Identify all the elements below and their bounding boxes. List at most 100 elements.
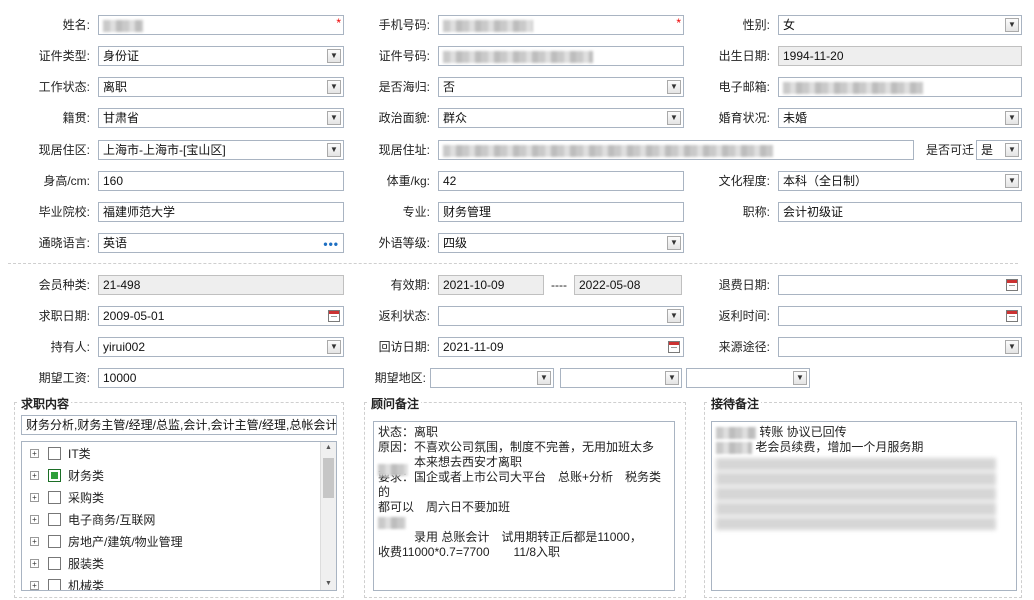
advisor-notes-textarea[interactable]: 状态：离职 原因：不喜欢公司氛围，制度不完善，无用加班太多 本来想去西安才离职 …: [373, 421, 675, 591]
visit-date-field[interactable]: 2021-11-09: [438, 337, 684, 357]
chevron-down-icon[interactable]: ▼: [327, 49, 341, 63]
chevron-down-icon[interactable]: ▼: [793, 371, 807, 385]
scroll-down-icon[interactable]: ▼: [323, 578, 334, 590]
height-field[interactable]: 160: [98, 171, 344, 191]
chevron-down-icon[interactable]: ▼: [1005, 111, 1019, 125]
job-category-tree[interactable]: + IT类 + 财务类 + 采购类 + 电子商务/互联网 + 房地产/建筑/物业…: [21, 441, 337, 591]
chevron-down-icon[interactable]: ▼: [327, 340, 341, 354]
plus-icon[interactable]: +: [30, 449, 39, 458]
chevron-down-icon[interactable]: ▼: [1005, 143, 1019, 157]
email-field[interactable]: [778, 77, 1022, 97]
weight-field[interactable]: 42: [438, 171, 684, 191]
chevron-down-icon[interactable]: ▼: [1005, 18, 1019, 32]
marital-label: 婚育状况:: [718, 111, 770, 125]
rebate-status-select[interactable]: ▼: [438, 306, 684, 326]
region-district-select[interactable]: ▼: [686, 368, 810, 388]
address-field[interactable]: [438, 140, 914, 160]
school-label: 毕业院校:: [38, 205, 90, 219]
checkbox-finance[interactable]: [48, 469, 61, 482]
asterisk-icon: *: [336, 16, 341, 30]
chevron-down-icon[interactable]: ▼: [327, 143, 341, 157]
source-select[interactable]: ▼: [778, 337, 1022, 357]
region-province-select[interactable]: ▼: [430, 368, 554, 388]
tree-item-apparel[interactable]: + 服装类: [22, 553, 318, 575]
reception-notes-textarea[interactable]: 转账 协议已回传 老会员续费，增加一个月服务期: [711, 421, 1017, 591]
scroll-thumb[interactable]: [323, 458, 334, 498]
chevron-down-icon[interactable]: ▼: [327, 111, 341, 125]
refund-date-field[interactable]: [778, 275, 1022, 295]
id-no-field[interactable]: [438, 46, 684, 66]
rebate-time-field[interactable]: [778, 306, 1022, 326]
tree-item-realestate[interactable]: + 房地产/建筑/物业管理: [22, 531, 318, 553]
name-field[interactable]: *: [98, 15, 344, 35]
refund-date-label: 退费日期:: [718, 278, 770, 292]
phone-field[interactable]: *: [438, 15, 684, 35]
plus-icon[interactable]: +: [30, 537, 39, 546]
id-type-select[interactable]: 身份证 ▼: [98, 46, 344, 66]
chevron-down-icon[interactable]: ▼: [667, 111, 681, 125]
calendar-icon[interactable]: [1006, 279, 1018, 291]
plus-icon[interactable]: +: [30, 559, 39, 568]
marital-select[interactable]: 未婚 ▼: [778, 108, 1022, 128]
redacted-name: [103, 19, 143, 32]
residence-area-select[interactable]: 上海市-上海市-[宝山区] ▼: [98, 140, 344, 160]
tree-scrollbar[interactable]: ▲ ▼: [320, 442, 336, 590]
school-field[interactable]: 福建师范大学: [98, 202, 344, 222]
work-status-select[interactable]: 离职 ▼: [98, 77, 344, 97]
chevron-down-icon[interactable]: ▼: [667, 80, 681, 94]
job-content-summary[interactable]: 财务分析,财务主管/经理/总监,会计,会计主管/经理,总帐会计: [21, 415, 337, 435]
chevron-down-icon[interactable]: ▼: [667, 309, 681, 323]
major-field[interactable]: 财务管理: [438, 202, 684, 222]
checkbox-ecommerce[interactable]: [48, 513, 61, 526]
tree-item-ecommerce[interactable]: + 电子商务/互联网: [22, 509, 318, 531]
education-select[interactable]: 本科（全日制） ▼: [778, 171, 1022, 191]
checkbox-purchasing[interactable]: [48, 491, 61, 504]
rebate-status-label: 返利状态:: [378, 309, 430, 323]
more-icon[interactable]: •••: [323, 237, 339, 251]
birth-field[interactable]: 1994-11-20: [778, 46, 1022, 66]
tree-label-apparel: 服装类: [68, 557, 105, 571]
tree-item-machinery[interactable]: + 机械类: [22, 575, 318, 590]
calendar-icon[interactable]: [1006, 310, 1018, 322]
plus-icon[interactable]: +: [30, 515, 39, 524]
checkbox-realestate[interactable]: [48, 535, 61, 548]
politics-select[interactable]: 群众 ▼: [438, 108, 684, 128]
valid-to-field[interactable]: 2022-05-08: [574, 275, 682, 295]
checkbox-machinery[interactable]: [48, 579, 61, 590]
plus-icon[interactable]: +: [30, 471, 39, 480]
chevron-down-icon[interactable]: ▼: [537, 371, 551, 385]
language-field[interactable]: 英语 •••: [98, 233, 344, 253]
checkbox-it[interactable]: [48, 447, 61, 460]
tree-item-it[interactable]: + IT类: [22, 443, 318, 465]
gender-select[interactable]: 女 ▼: [778, 15, 1022, 35]
chevron-down-icon[interactable]: ▼: [327, 80, 341, 94]
title-field[interactable]: 会计初级证: [778, 202, 1022, 222]
native-select[interactable]: 甘肃省 ▼: [98, 108, 344, 128]
salary-field[interactable]: 10000: [98, 368, 344, 388]
chevron-down-icon[interactable]: ▼: [667, 236, 681, 250]
reception-notes-title: 接待备注: [709, 395, 762, 412]
plus-icon[interactable]: +: [30, 493, 39, 502]
visit-date-label: 回访日期:: [378, 340, 430, 354]
scroll-up-icon[interactable]: ▲: [323, 442, 334, 454]
salary-label: 期望工资:: [38, 371, 90, 385]
relocate-select[interactable]: 是 ▼: [976, 140, 1022, 160]
tree-item-finance[interactable]: + 财务类: [22, 465, 318, 487]
chevron-down-icon[interactable]: ▼: [665, 371, 679, 385]
redacted-address: [443, 144, 773, 157]
lang-level-select[interactable]: 四级 ▼: [438, 233, 684, 253]
chevron-down-icon[interactable]: ▼: [1005, 174, 1019, 188]
calendar-icon[interactable]: [328, 310, 340, 322]
holder-select[interactable]: yirui002 ▼: [98, 337, 344, 357]
returnee-select[interactable]: 否 ▼: [438, 77, 684, 97]
calendar-icon[interactable]: [668, 341, 680, 353]
tree-item-purchasing[interactable]: + 采购类: [22, 487, 318, 509]
checkbox-apparel[interactable]: [48, 557, 61, 570]
chevron-down-icon[interactable]: ▼: [1005, 340, 1019, 354]
member-type-field[interactable]: 21-498: [98, 275, 344, 295]
valid-from-field[interactable]: 2021-10-09: [438, 275, 544, 295]
region-city-select[interactable]: ▼: [560, 368, 682, 388]
relocate-label: 是否可迁: [925, 143, 974, 157]
apply-date-field[interactable]: 2009-05-01: [98, 306, 344, 326]
plus-icon[interactable]: +: [30, 581, 39, 590]
